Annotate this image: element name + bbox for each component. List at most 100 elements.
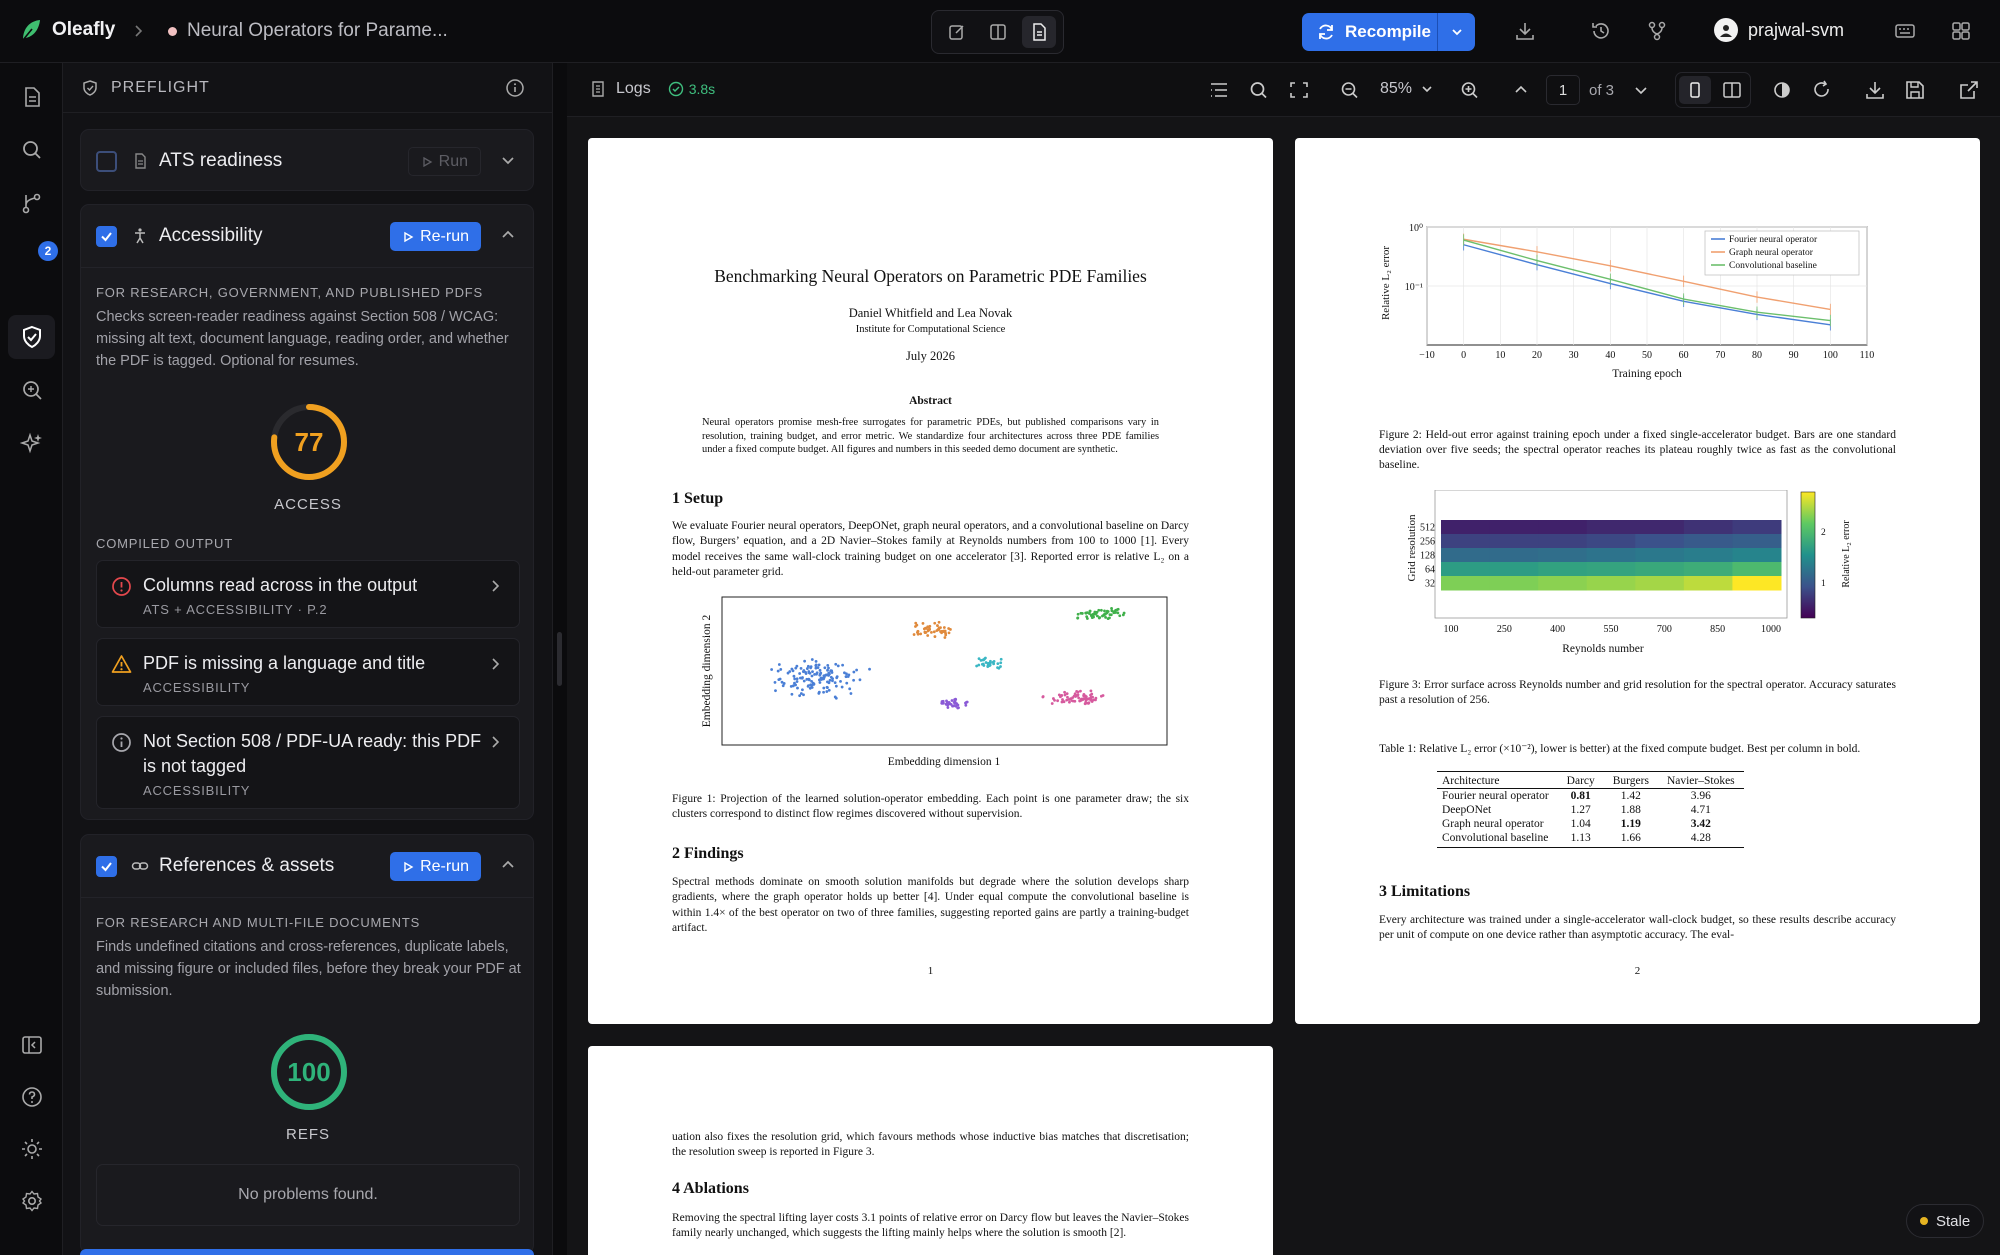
scatter-point	[852, 670, 856, 674]
scatter-point	[924, 630, 928, 634]
fit-page-icon[interactable]	[1288, 80, 1310, 100]
scatter-point	[1084, 611, 1088, 615]
rotate-icon[interactable]	[1811, 80, 1833, 100]
issue-item[interactable]: PDF is missing a language and title ACCE…	[96, 638, 520, 706]
files-icon[interactable]	[18, 83, 46, 111]
download-icon[interactable]	[1514, 20, 1536, 42]
abstract-text: Neural operators promise mesh-free surro…	[702, 417, 1159, 455]
zoom-in-icon[interactable]	[1459, 80, 1481, 100]
sun-icon[interactable]	[18, 1135, 46, 1163]
play-icon	[404, 861, 414, 872]
y-axis-label: Relative L₂ error	[1380, 246, 1392, 320]
recompile-button[interactable]: Recompile	[1302, 22, 1437, 42]
collapse-chevron-icon[interactable]	[499, 856, 517, 874]
accessibility-checkbox[interactable]	[96, 225, 117, 247]
scatter-point	[834, 662, 838, 666]
stale-indicator[interactable]: Stale	[1906, 1204, 1985, 1238]
play-icon	[404, 231, 414, 242]
user-menu[interactable]: prajwal-svm	[1714, 18, 1844, 42]
scatter-point	[1079, 689, 1082, 693]
heatmap-cell	[1635, 520, 1685, 535]
references-rerun-button[interactable]: Re-run	[390, 852, 481, 881]
scatter-point	[1088, 609, 1092, 613]
issue-item[interactable]: Not Section 508 / PDF-UA ready: this PDF…	[96, 716, 520, 809]
open-external-icon[interactable]	[1958, 80, 1980, 100]
panel-footer-button[interactable]	[80, 1249, 534, 1255]
next-page-icon[interactable]	[1633, 80, 1649, 100]
scatter-point	[795, 677, 799, 681]
figure-3-caption: Figure 3: Error surface across Reynolds …	[1379, 679, 1896, 706]
references-checkbox[interactable]	[96, 855, 117, 877]
scatter-point	[916, 632, 920, 636]
pdf-viewer[interactable]: Benchmarking Neural Operators on Paramet…	[567, 117, 2000, 1255]
scatter-point	[1091, 695, 1094, 699]
editor-view-button[interactable]	[940, 16, 974, 48]
compile-time: 3.8s	[688, 81, 716, 97]
scatter-point	[802, 679, 806, 683]
logs-button[interactable]: Logs 3.8s	[589, 80, 715, 98]
collapse-chevron-icon[interactable]	[499, 226, 517, 244]
document-breadcrumb[interactable]: Neural Operators for Parame...	[168, 20, 448, 42]
zoom-select[interactable]: 85%	[1380, 80, 1434, 98]
heatmap-cell	[1489, 534, 1539, 549]
search-icon[interactable]	[1248, 80, 1270, 100]
scatter-point	[1116, 607, 1120, 611]
info-icon[interactable]	[505, 78, 525, 98]
embedding-scatter-plot: Embedding dimension 1 Embedding dimensio…	[701, 596, 1168, 768]
search-icon[interactable]	[18, 136, 46, 164]
split-view-button[interactable]	[981, 16, 1015, 48]
heatmap-cell	[1441, 520, 1491, 535]
two-page-button[interactable]	[1716, 76, 1748, 104]
scatter-point	[1065, 692, 1069, 696]
source-control-icon[interactable]	[18, 189, 46, 217]
brand[interactable]: Oleafly	[20, 18, 115, 42]
download-pdf-icon[interactable]	[1864, 80, 1886, 100]
scatter-point	[1041, 695, 1045, 699]
issue-item[interactable]: Columns read across in the output ATS + …	[96, 560, 520, 628]
scatter-point	[794, 666, 798, 670]
sparkles-icon[interactable]	[18, 429, 46, 457]
ats-checkbox[interactable]	[96, 150, 117, 172]
outline-icon[interactable]	[1208, 80, 1230, 100]
page-number-input[interactable]: 1	[1546, 75, 1580, 105]
scatter-point	[926, 634, 930, 637]
chevron-right-icon	[489, 734, 503, 750]
git-branch-icon[interactable]	[1646, 20, 1668, 42]
help-icon[interactable]	[18, 1083, 46, 1111]
panel-resize-handle[interactable]	[557, 632, 562, 686]
previous-page-icon[interactable]	[1513, 80, 1529, 100]
collapse-sidebar-icon[interactable]	[18, 1031, 46, 1059]
scatter-point	[1089, 698, 1093, 702]
settings-gear-icon[interactable]	[18, 1187, 46, 1215]
colorbar-tick: 1	[1821, 579, 1826, 589]
references-section-label: FOR RESEARCH AND MULTI-FILE DOCUMENTS	[96, 915, 421, 930]
expand-chevron-icon[interactable]	[499, 151, 517, 169]
results-table: Architecture Darcy Burgers Navier–Stokes…	[1437, 771, 1744, 848]
compile-status: 3.8s	[668, 81, 715, 97]
scatter-point	[947, 631, 951, 635]
history-icon[interactable]	[1590, 20, 1612, 42]
save-icon[interactable]	[1904, 80, 1926, 100]
shield-check-icon[interactable]	[18, 323, 46, 351]
scatter-point	[914, 625, 917, 628]
ats-run-button[interactable]: Run	[407, 147, 481, 176]
table-header: Burgers	[1612, 775, 1649, 787]
recompile-options-button[interactable]	[1438, 25, 1475, 39]
references-title: References & assets	[159, 855, 335, 876]
scatter-point	[928, 624, 932, 628]
scatter-point	[914, 621, 918, 625]
accessibility-card: Accessibility Re-run FOR RESEARCH, GOVER…	[80, 204, 534, 820]
single-page-button[interactable]	[1678, 76, 1711, 104]
inspect-icon[interactable]	[18, 376, 46, 404]
accessibility-rerun-button[interactable]: Re-run	[390, 222, 481, 251]
contrast-icon[interactable]	[1771, 80, 1793, 100]
scatter-point	[1076, 612, 1080, 616]
pdf-view-button[interactable]	[1021, 16, 1056, 48]
scatter-point	[823, 666, 827, 670]
heatmap-cell	[1489, 562, 1539, 577]
section-limitations-text: Every architecture was trained under a s…	[1379, 914, 1896, 942]
zoom-out-icon[interactable]	[1339, 80, 1361, 100]
scatter-point	[1109, 613, 1113, 617]
apps-grid-icon[interactable]	[1950, 20, 1972, 42]
keyboard-icon[interactable]	[1894, 20, 1916, 42]
